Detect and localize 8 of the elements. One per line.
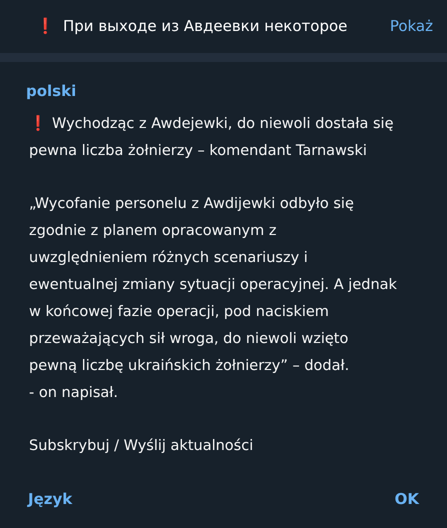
message-text: Subskrybuj / Wyślij aktualności <box>29 436 254 456</box>
language-label: polski <box>26 81 76 102</box>
header-title: ❗ При выходе из Авдеевки некоторое <box>36 16 348 38</box>
message-text: „Wycofanie personelu z Awdijewki odbyło się zgodnie z planem opracowanym z uwzględnieniem różnych scenariuszy i ewentualnej zmiany sytuacji operacyjnej. A jednak w końcowej fazie operacji, pod naciskiem przeważających sił wroga, do niewoli wzięto pewną liczbę ukraińskich żołnierzy” – dodał. - on napisał. <box>29 194 397 402</box>
ok-button[interactable]: OK <box>394 488 419 510</box>
language-button[interactable]: Język <box>28 488 72 510</box>
show-link[interactable]: Pokaż <box>390 15 433 38</box>
message-text: ❗ Wychodząc z Awdejewki, do niewoli dostała się pewna liczba żołnierzy – komendant Tarnawski <box>29 114 394 160</box>
